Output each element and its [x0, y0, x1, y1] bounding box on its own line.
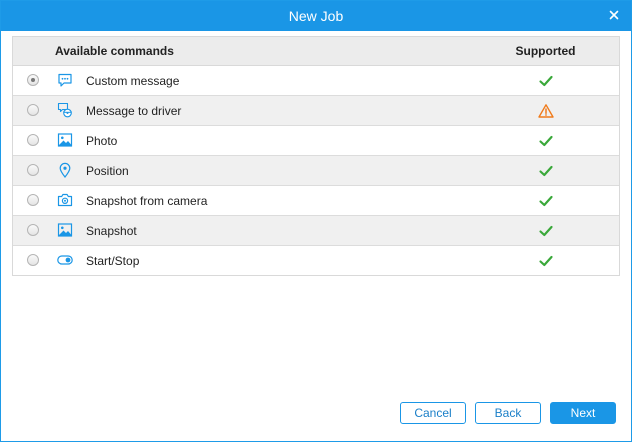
image-icon: [57, 133, 73, 147]
table-row[interactable]: Snapshot: [13, 216, 619, 246]
row-label: Snapshot: [86, 224, 137, 238]
toggle-icon: [57, 255, 73, 265]
row-radio[interactable]: [27, 74, 39, 86]
row-radio[interactable]: [27, 134, 39, 146]
table-row[interactable]: Custom message: [13, 66, 619, 96]
dialog-title: New Job: [288, 8, 344, 24]
row-label: Custom message: [86, 74, 180, 88]
check-icon: [539, 75, 553, 87]
table-header: Available commands Supported: [13, 37, 619, 66]
row-label: Position: [86, 164, 129, 178]
commands-table: Available commands Supported Custom mess…: [12, 36, 620, 276]
table-row[interactable]: Position: [13, 156, 619, 186]
row-label: Photo: [86, 134, 118, 148]
row-radio[interactable]: [27, 254, 39, 266]
row-radio[interactable]: [27, 224, 39, 236]
row-label: Message to driver: [86, 104, 182, 118]
dialog-titlebar: New Job: [1, 1, 631, 31]
check-icon: [539, 225, 553, 237]
cancel-button[interactable]: Cancel: [400, 402, 466, 424]
driver-message-icon: [57, 102, 72, 118]
header-supported: Supported: [515, 44, 576, 58]
table-row[interactable]: Start/Stop: [13, 246, 619, 275]
row-radio[interactable]: [27, 194, 39, 206]
location-pin-icon: [59, 162, 71, 178]
row-radio[interactable]: [27, 104, 39, 116]
row-label: Snapshot from camera: [86, 194, 208, 208]
check-icon: [539, 165, 553, 177]
header-available-commands: Available commands: [55, 44, 174, 58]
check-icon: [539, 195, 553, 207]
close-icon[interactable]: [607, 8, 621, 22]
row-label: Start/Stop: [86, 254, 140, 268]
check-icon: [539, 135, 553, 147]
image-icon: [57, 223, 73, 237]
table-row[interactable]: Photo: [13, 126, 619, 156]
new-job-dialog: New Job Available commands Supported Cus…: [0, 0, 632, 442]
warning-icon: [538, 104, 554, 118]
table-row[interactable]: Message to driver: [13, 96, 619, 126]
table-row[interactable]: Snapshot from camera: [13, 186, 619, 216]
chat-bubble-icon: [58, 73, 72, 87]
next-button[interactable]: Next: [550, 402, 616, 424]
camera-icon: [57, 193, 73, 207]
back-button[interactable]: Back: [475, 402, 541, 424]
row-radio[interactable]: [27, 164, 39, 176]
check-icon: [539, 255, 553, 267]
